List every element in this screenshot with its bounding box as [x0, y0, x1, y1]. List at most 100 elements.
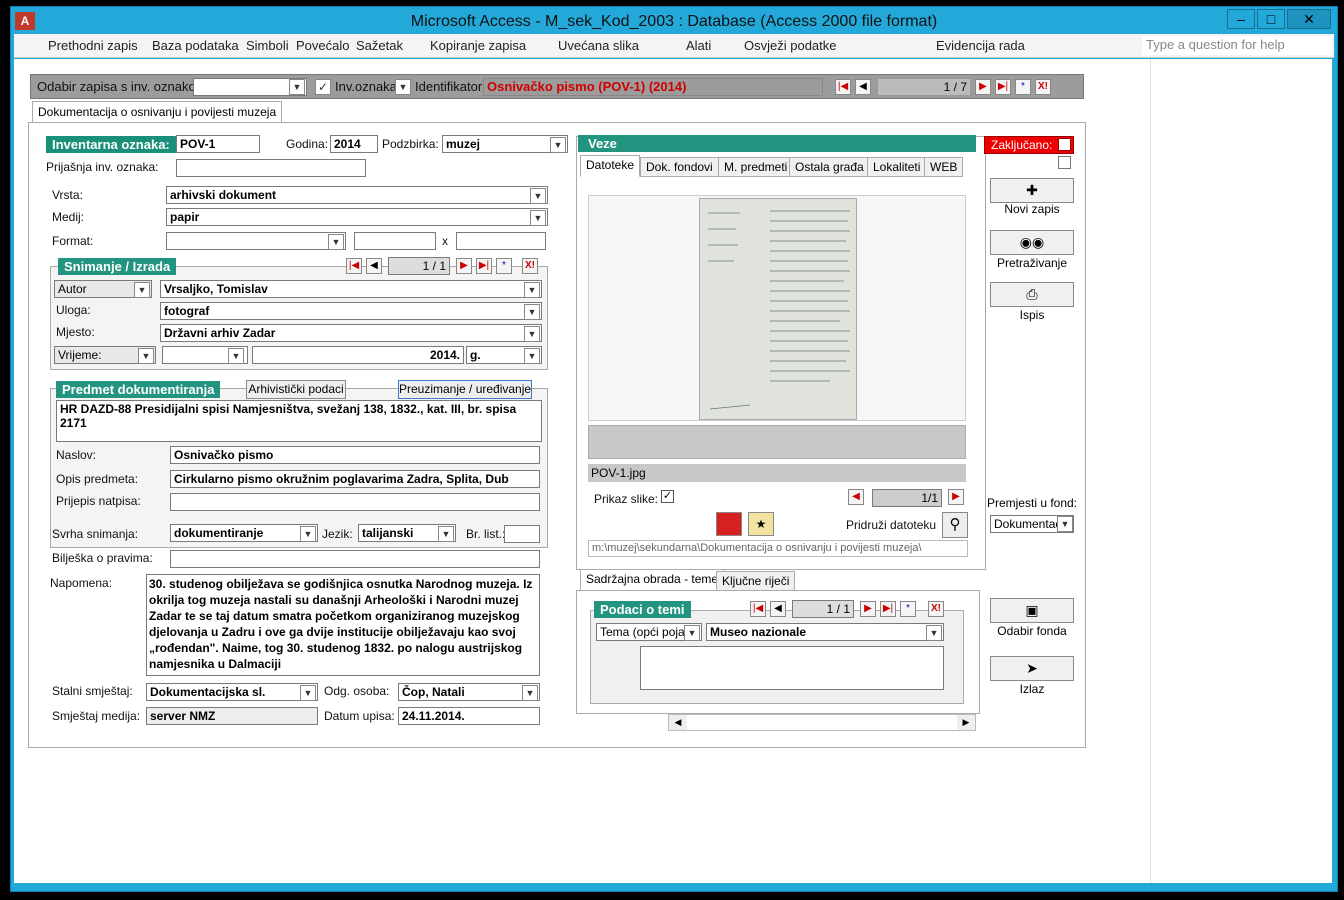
menu-work-log[interactable]: Evidencija rada: [918, 38, 1025, 53]
snim-next-button[interactable]: ▶: [456, 258, 472, 274]
vrijeme-type-dropdown[interactable]: ▼: [138, 348, 154, 364]
sub-dropdown[interactable]: ▼: [550, 137, 566, 153]
tab-m-predmeti[interactable]: M. predmeti: [718, 157, 794, 177]
preuzimanje-button[interactable]: Preuzimanje / uređivanje: [398, 380, 532, 399]
horizontal-scrollbar[interactable]: ◀ ▶: [668, 714, 976, 731]
inv-field[interactable]: POV-1: [176, 135, 260, 153]
file-prev-button[interactable]: ◀: [848, 489, 864, 505]
vrijeme-qualifier-dropdown[interactable]: ▼: [228, 348, 244, 364]
mjesto-dropdown[interactable]: ▼: [524, 326, 540, 342]
uloga-dropdown[interactable]: ▼: [524, 304, 540, 320]
tema-dropdown[interactable]: ▼: [926, 625, 942, 641]
tab-datoteke[interactable]: Datoteke: [580, 155, 641, 177]
vrijeme-unit-dropdown[interactable]: ▼: [524, 348, 540, 364]
tab-ostala-grada[interactable]: Ostala građa: [789, 157, 870, 177]
medij-dropdown[interactable]: ▼: [530, 210, 546, 226]
file-next-button[interactable]: ▶: [948, 489, 964, 505]
last-record-button[interactable]: ▶|: [995, 79, 1011, 95]
menu-database[interactable]: Baza podataka: [152, 38, 239, 53]
arh-data-button[interactable]: Arhivistički podaci: [246, 380, 346, 399]
menu-tools[interactable]: Alati: [686, 38, 711, 53]
tema-new-button[interactable]: *: [900, 601, 916, 617]
snim-new-button[interactable]: *: [496, 258, 512, 274]
biljeska-field[interactable]: [170, 550, 540, 568]
autor-field[interactable]: Vrsaljko, Tomislav: [160, 280, 542, 298]
format-height-field[interactable]: [456, 232, 546, 250]
snim-delete-button[interactable]: X!: [522, 258, 538, 274]
smj-field[interactable]: server NMZ: [146, 707, 318, 725]
menu-prev-record[interactable]: Prethodni zapis: [34, 38, 138, 53]
tema-last-button[interactable]: ▶|: [880, 601, 896, 617]
prev-record-button[interactable]: ◀: [855, 79, 871, 95]
menu-summary[interactable]: Sažetak: [356, 38, 403, 53]
tema-field[interactable]: Museo nazionale: [706, 623, 944, 641]
extra-checkbox[interactable]: [1058, 156, 1071, 169]
tema-prev-button[interactable]: ◀: [770, 601, 786, 617]
format-dropdown[interactable]: ▼: [328, 234, 344, 250]
locked-checkbox[interactable]: [1058, 138, 1071, 151]
tema-notes-field[interactable]: [640, 646, 944, 690]
scroll-left-icon[interactable]: ◀: [669, 715, 687, 730]
close-button[interactable]: ✕: [1287, 9, 1331, 29]
vrsta-field[interactable]: arhivski dokument: [166, 186, 548, 204]
predmet-text[interactable]: HR DAZD-88 Presidijalni spisi Namjesništ…: [56, 400, 542, 442]
first-record-button[interactable]: |◀: [835, 79, 851, 95]
odg-field[interactable]: Čop, Natali: [398, 683, 540, 701]
menu-zoom[interactable]: Povećalo: [296, 38, 349, 53]
new-record-icon-button[interactable]: ✚: [990, 178, 1074, 203]
format-field[interactable]: [166, 232, 346, 250]
tab-kljucne-rijeci[interactable]: Ključne riječi: [716, 571, 796, 591]
menu-copy-record[interactable]: Kopiranje zapisa: [412, 38, 526, 53]
exit-button[interactable]: ➤: [990, 656, 1074, 681]
autor-dropdown[interactable]: ▼: [524, 282, 540, 298]
uloga-field[interactable]: fotograf: [160, 302, 542, 320]
print-button[interactable]: ⎙: [990, 282, 1074, 307]
snim-last-button[interactable]: ▶|: [476, 258, 492, 274]
tab-sadrzajna-obrada[interactable]: Sadržajna obrada - teme: [580, 569, 725, 591]
prijepis-field[interactable]: [170, 493, 540, 511]
help-search-input[interactable]: Type a question for help: [1142, 36, 1332, 55]
inv-checkbox[interactable]: ✓: [315, 79, 331, 95]
inv-dropdown[interactable]: ▼: [395, 79, 411, 95]
jezik-dropdown[interactable]: ▼: [438, 526, 454, 542]
naslov-field[interactable]: Osnivačko pismo: [170, 446, 540, 464]
datum-field[interactable]: 24.11.2014.: [398, 707, 540, 725]
svrha-dropdown[interactable]: ▼: [300, 526, 316, 542]
next-record-button[interactable]: ▶: [975, 79, 991, 95]
prev-inv-field[interactable]: [176, 159, 366, 177]
scroll-right-icon[interactable]: ▶: [957, 715, 975, 730]
paint-icon[interactable]: [716, 512, 742, 536]
select-fund-button[interactable]: ▣: [990, 598, 1074, 623]
tema-first-button[interactable]: |◀: [750, 601, 766, 617]
image-preview[interactable]: [588, 195, 966, 421]
prikaz-checkbox[interactable]: ✓: [661, 490, 674, 503]
tab-main[interactable]: Dokumentacija o osnivanju i povijesti mu…: [32, 101, 283, 123]
snim-first-button[interactable]: |◀: [346, 258, 362, 274]
move-to-fund-dropdown[interactable]: ▼: [1057, 516, 1073, 532]
folder-image-icon[interactable]: ★: [748, 512, 774, 536]
menu-symbols[interactable]: Simboli: [246, 38, 289, 53]
snim-prev-button[interactable]: ◀: [366, 258, 382, 274]
tab-lokaliteti[interactable]: Lokaliteti: [867, 157, 927, 177]
delete-record-button[interactable]: X!: [1035, 79, 1051, 95]
tema-delete-button[interactable]: X!: [928, 601, 944, 617]
opis-field[interactable]: Cirkularno pismo okružnim poglavarima Za…: [170, 470, 540, 488]
select-record-dropdown[interactable]: ▼: [289, 79, 305, 95]
maximize-button[interactable]: □: [1257, 9, 1285, 29]
tema-type-dropdown[interactable]: ▼: [684, 625, 700, 641]
search-binoculars-button[interactable]: ◉◉: [990, 230, 1074, 255]
stalni-dropdown[interactable]: ▼: [300, 685, 316, 701]
svrha-field[interactable]: dokumentiranje: [170, 524, 318, 542]
minimize-button[interactable]: –: [1227, 9, 1255, 29]
tab-web[interactable]: WEB: [924, 157, 964, 177]
format-width-field[interactable]: [354, 232, 436, 250]
medij-field[interactable]: papir: [166, 208, 548, 226]
tema-next-button[interactable]: ▶: [860, 601, 876, 617]
autor-role-dropdown[interactable]: ▼: [134, 282, 150, 298]
stalni-field[interactable]: Dokumentacijska sl.: [146, 683, 318, 701]
menu-enlarged-image[interactable]: Uvećana slika: [540, 38, 639, 53]
napomena-field[interactable]: 30. studenog obilježava se godišnjica os…: [146, 574, 540, 676]
new-record-button[interactable]: *: [1015, 79, 1031, 95]
attach-search-icon[interactable]: ⚲: [942, 512, 968, 538]
brlist-field[interactable]: [504, 525, 540, 543]
